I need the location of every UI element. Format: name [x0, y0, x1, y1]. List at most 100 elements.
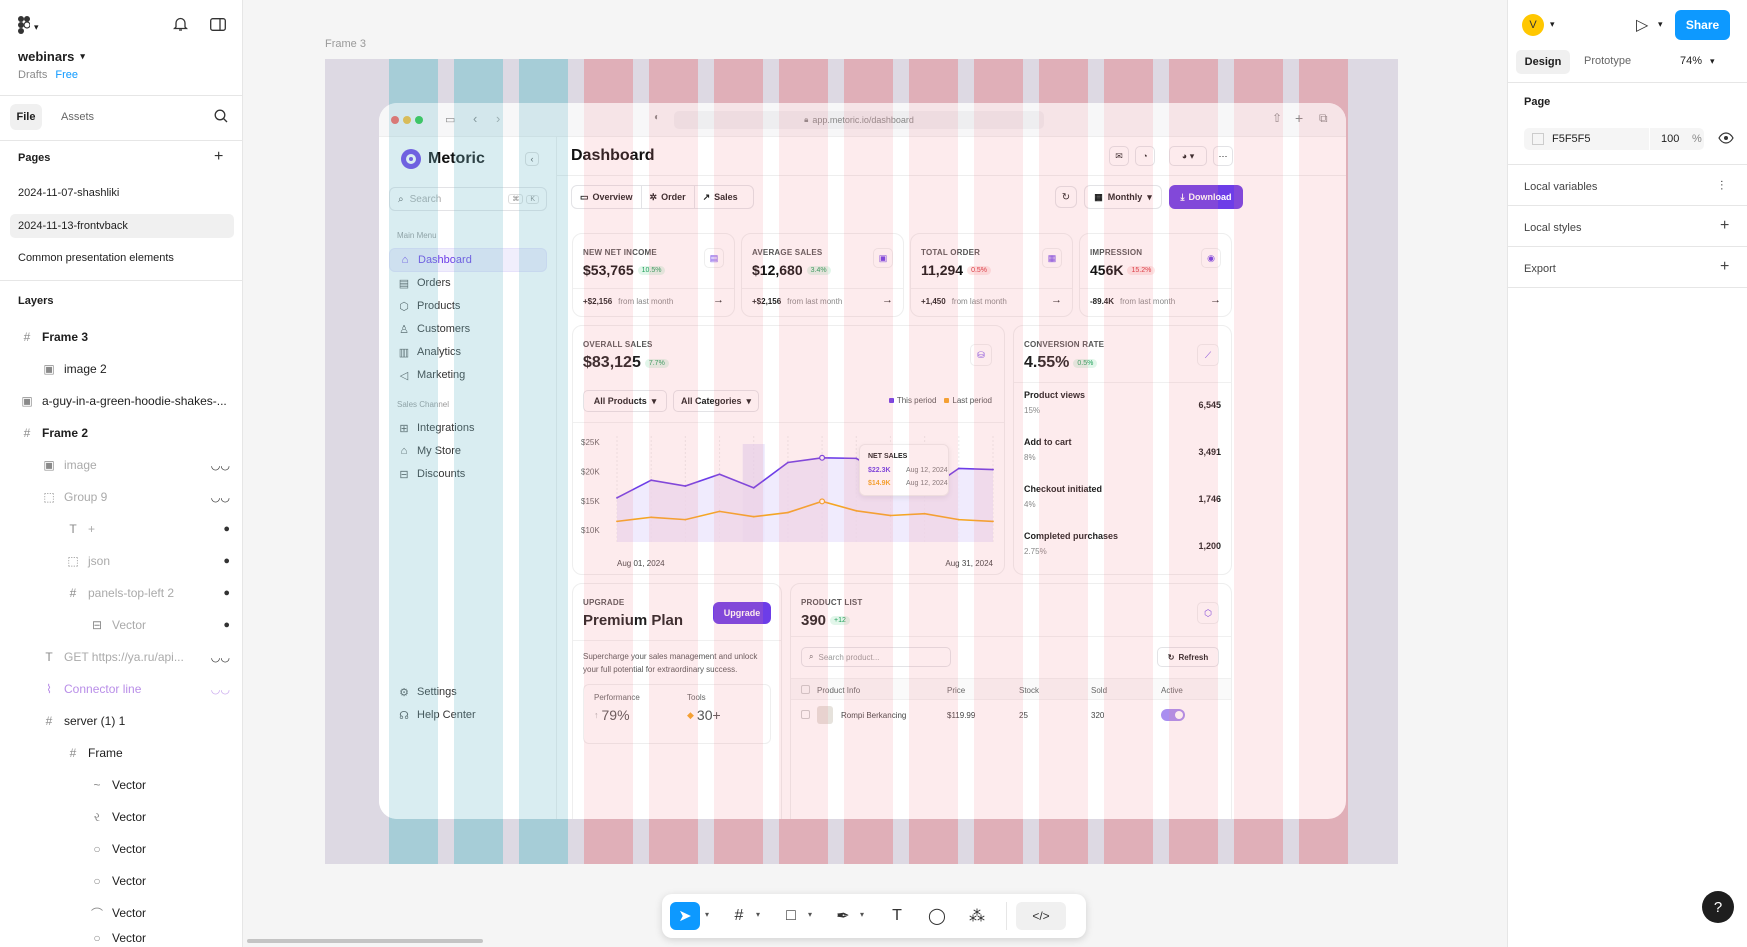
chevron-down-icon[interactable]: ▾: [705, 910, 709, 919]
refresh-button: ↻ Refresh: [1157, 647, 1219, 667]
layer-name: server (1) 1: [64, 714, 126, 728]
play-icon[interactable]: ▷: [1636, 15, 1648, 35]
layer-row[interactable]: ▣ image 2: [0, 353, 242, 385]
chevron-down-icon[interactable]: ▾: [860, 910, 864, 919]
frame-label[interactable]: Frame 3: [325, 38, 366, 50]
layer-row[interactable]: ⬚ Group 9 ◡◡: [0, 481, 242, 513]
layer-row[interactable]: ⬚ json ●: [0, 545, 242, 577]
dash-nav-integrations: ⊞ Integrations: [389, 416, 547, 440]
dev-mode-toggle[interactable]: </>: [1016, 902, 1066, 930]
move-tool-button[interactable]: ➤: [670, 902, 700, 930]
avatar: ◕ ▾: [1169, 146, 1207, 166]
horizontal-scrollbar[interactable]: [247, 939, 483, 943]
layer-row[interactable]: ~ Vector: [0, 769, 242, 801]
local-variables-section[interactable]: Local variables: [1524, 181, 1597, 193]
drafts-label[interactable]: Drafts: [18, 69, 47, 81]
layer-row[interactable]: T + ●: [0, 513, 242, 545]
eye-icon[interactable]: [1718, 131, 1734, 149]
hidden-eye-icon[interactable]: ◡◡: [211, 651, 230, 664]
layer-row[interactable]: # Frame 2: [0, 417, 242, 449]
layer-row[interactable]: # Frame 3: [0, 321, 242, 353]
orders-icon: ▤: [398, 277, 410, 290]
frame-3[interactable]: ▭ ‹ › ◐ 🔒︎ app.metoric.io/dashboard ⇧ + ⧉…: [325, 59, 1398, 864]
canvas[interactable]: Frame 3 ▭ ‹ › ◐ 🔒︎ app.metoric.io/dashbo…: [243, 0, 1507, 947]
color-swatch[interactable]: [1532, 133, 1544, 145]
sliders-icon[interactable]: ⫶: [1720, 178, 1723, 194]
add-page-icon[interactable]: +: [214, 148, 223, 166]
layer-row[interactable]: ▣ image ◡◡: [0, 449, 242, 481]
layer-row[interactable]: ⌇ Connector line ◡◡: [0, 673, 242, 705]
actions-button[interactable]: ⁂: [962, 902, 992, 930]
hidden-eye-icon[interactable]: ◡◡: [211, 683, 230, 696]
pen-tool-button[interactable]: ✒︎: [828, 902, 858, 930]
url-text: app.metoric.io/dashboard: [812, 115, 914, 125]
dash-tab-order: ✲ Order: [642, 186, 695, 208]
kpi-change-badge: 15.2%: [1127, 265, 1156, 275]
data-point-last-period: [992, 520, 994, 523]
tab-file[interactable]: File: [10, 104, 42, 130]
chevron-down-icon[interactable]: ▾: [1658, 19, 1663, 30]
new-tab-icon: +: [1295, 110, 1304, 126]
add-style-icon[interactable]: +: [1720, 217, 1729, 235]
layer-row[interactable]: ○ Vector: [0, 865, 242, 897]
layer-row[interactable]: # server (1) 1: [0, 705, 242, 737]
avatar[interactable]: V: [1522, 14, 1544, 36]
layer-name: Group 9: [64, 490, 108, 504]
question-icon: ?: [1713, 898, 1723, 916]
main-menu-button[interactable]: ▾: [18, 16, 39, 38]
nav-label: Analytics: [417, 346, 462, 358]
active-toggle: [1161, 709, 1185, 721]
layer-row[interactable]: ○ Vector: [0, 833, 242, 865]
grid-icon: ⊞: [399, 422, 409, 435]
hidden-eye-icon[interactable]: ◡◡: [211, 491, 230, 504]
project-name[interactable]: webinars ▾: [18, 49, 85, 64]
frame-icon: #: [69, 746, 77, 760]
tab-prototype[interactable]: Prototype: [1584, 55, 1631, 67]
y-tick-label: $25K: [581, 438, 600, 447]
page-item[interactable]: 2024-11-07-shashliki: [18, 187, 119, 199]
text-tool-button[interactable]: T: [882, 902, 912, 930]
layer-row[interactable]: ⌒ Vector: [0, 897, 242, 929]
tab-assets[interactable]: Assets: [61, 104, 94, 130]
share-button[interactable]: Share: [1675, 10, 1730, 40]
column-header: Stock: [1019, 686, 1040, 695]
megaphone-icon: ◁: [399, 369, 409, 382]
hidden-eye-icon[interactable]: ◡◡: [211, 459, 230, 472]
layer-name: panels-top-left 2: [88, 586, 175, 600]
data-point-this-period: [752, 486, 755, 489]
x-tick-label: Aug 31, 2024: [945, 559, 993, 568]
tab-design[interactable]: Design: [1516, 50, 1570, 74]
tooltip-date: Aug 12, 2024: [906, 467, 948, 474]
nav-label: Integrations: [417, 422, 475, 434]
panel-toggle-icon[interactable]: [210, 18, 226, 36]
layer-row[interactable]: ▣ a-guy-in-a-green-hoodie-shakes-...: [0, 385, 242, 417]
layer-row[interactable]: ર Vector: [0, 801, 242, 833]
frame-tool-button[interactable]: #: [724, 902, 754, 930]
layer-row[interactable]: # panels-top-left 2 ●: [0, 577, 242, 609]
help-button[interactable]: ?: [1702, 891, 1734, 923]
add-export-icon[interactable]: +: [1720, 258, 1729, 276]
chevron-down-icon[interactable]: ▾: [756, 910, 760, 919]
layer-row[interactable]: ○ Vector: [0, 929, 242, 947]
local-styles-section[interactable]: Local styles: [1524, 222, 1581, 234]
comment-tool-button[interactable]: ◯: [922, 902, 952, 930]
vector-icon: ર: [93, 809, 101, 824]
bell-icon[interactable]: [172, 16, 189, 37]
chevron-down-icon[interactable]: ▾: [1550, 19, 1555, 30]
dot-icon: ●: [223, 523, 230, 535]
layer-row[interactable]: ⊟ Vector ●: [0, 609, 242, 641]
layer-row[interactable]: T GET https://ya.ru/api... ◡◡: [0, 641, 242, 673]
chart-tooltip: NET SALES $22.3K Aug 12, 2024 $14.9K Aug…: [859, 444, 949, 496]
layer-row[interactable]: # Frame: [0, 737, 242, 769]
export-section[interactable]: Export: [1524, 263, 1556, 275]
kpi-delta: -89.4K: [1090, 297, 1115, 306]
search-icon[interactable]: [214, 109, 228, 128]
zoom-control[interactable]: 74% ▾: [1680, 55, 1715, 67]
page-item-selected[interactable]: 2024-11-13-frontvback: [10, 214, 234, 238]
page-item[interactable]: Common presentation elements: [18, 252, 174, 264]
layer-name: Frame: [88, 746, 123, 760]
shape-tool-button[interactable]: □: [776, 902, 806, 930]
page-fill-field[interactable]: F5F5F5 100 %: [1524, 128, 1704, 150]
kpi-card: TOTAL ORDER 11,294 0.5% ▦ +1,450 from last…: [910, 233, 1073, 317]
chevron-down-icon[interactable]: ▾: [808, 910, 812, 919]
